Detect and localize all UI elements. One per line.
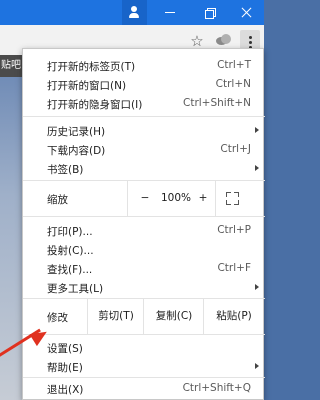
edit-row: 修改 剪切(T) 复制(C) 粘贴(P) <box>23 299 265 334</box>
separator <box>23 377 265 378</box>
minimize-button[interactable] <box>150 0 190 25</box>
zoom-out-button[interactable]: − <box>127 181 162 216</box>
submenu-arrow-icon <box>255 363 259 369</box>
menu-item-find[interactable]: 查找(F)... Ctrl+F <box>23 259 265 278</box>
cut-button[interactable]: 剪切(T) <box>87 299 144 334</box>
fullscreen-icon <box>226 192 239 205</box>
title-bar <box>0 0 264 25</box>
menu-item-incognito[interactable]: 打开新的隐身窗口(I) Ctrl+Shift+N <box>23 94 265 113</box>
menu-item-new-window[interactable]: 打开新的窗口(N) Ctrl+N <box>23 75 265 94</box>
extension-icon[interactable] <box>214 33 232 49</box>
menu-item-history[interactable]: 历史记录(H) <box>23 121 265 140</box>
copy-button[interactable]: 复制(C) <box>143 299 204 334</box>
profile-icon <box>131 6 137 12</box>
separator <box>23 334 265 335</box>
menu-item-cast[interactable]: 投射(C)... <box>23 240 265 259</box>
fullscreen-button[interactable] <box>215 181 264 216</box>
separator <box>23 116 265 117</box>
close-button[interactable] <box>228 0 264 25</box>
menu-item-downloads[interactable]: 下载内容(D) Ctrl+J <box>23 140 265 159</box>
browser-menu: 打开新的标签页(T) Ctrl+T 打开新的窗口(N) Ctrl+N 打开新的隐… <box>22 48 265 400</box>
profile-button[interactable] <box>122 0 147 25</box>
restore-button[interactable] <box>190 0 230 25</box>
separator <box>23 216 265 217</box>
submenu-arrow-icon <box>255 284 259 290</box>
zoom-in-button[interactable]: + <box>191 181 215 216</box>
menu-item-bookmarks[interactable]: 书签(B) <box>23 159 265 178</box>
menu-item-more-tools[interactable]: 更多工具(L) <box>23 278 265 297</box>
menu-item-help[interactable]: 帮助(E) <box>23 357 265 376</box>
zoom-level: 100% <box>161 192 192 204</box>
menu-icon <box>249 36 252 39</box>
zoom-row: 缩放 − 100% + <box>23 181 265 216</box>
paste-button[interactable]: 粘贴(P) <box>203 299 264 334</box>
menu-item-settings[interactable]: 设置(S) <box>23 338 265 357</box>
menu-item-new-tab[interactable]: 打开新的标签页(T) Ctrl+T <box>23 56 265 75</box>
submenu-arrow-icon <box>255 165 259 171</box>
menu-item-exit[interactable]: 退出(X) Ctrl+Shift+Q <box>23 379 265 398</box>
page-fragment: 贴吧 <box>0 55 22 77</box>
menu-item-print[interactable]: 打印(P)... Ctrl+P <box>23 221 265 240</box>
submenu-arrow-icon <box>255 127 259 133</box>
